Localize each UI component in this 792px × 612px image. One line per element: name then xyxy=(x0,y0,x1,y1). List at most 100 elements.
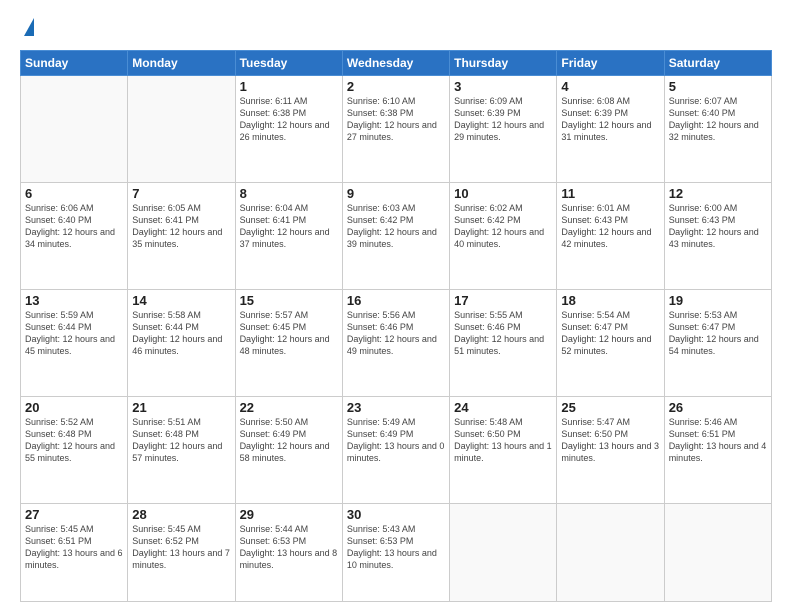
calendar-cell: 21Sunrise: 5:51 AM Sunset: 6:48 PM Dayli… xyxy=(128,396,235,503)
cell-daylight-info: Sunrise: 5:49 AM Sunset: 6:49 PM Dayligh… xyxy=(347,416,445,465)
calendar-cell: 26Sunrise: 5:46 AM Sunset: 6:51 PM Dayli… xyxy=(664,396,771,503)
calendar-header-row: SundayMondayTuesdayWednesdayThursdayFrid… xyxy=(21,51,772,76)
calendar-day-header: Friday xyxy=(557,51,664,76)
calendar-cell: 16Sunrise: 5:56 AM Sunset: 6:46 PM Dayli… xyxy=(342,289,449,396)
cell-day-number: 23 xyxy=(347,400,445,415)
calendar-cell: 2Sunrise: 6:10 AM Sunset: 6:38 PM Daylig… xyxy=(342,76,449,183)
cell-daylight-info: Sunrise: 5:50 AM Sunset: 6:49 PM Dayligh… xyxy=(240,416,338,465)
cell-day-number: 9 xyxy=(347,186,445,201)
cell-day-number: 8 xyxy=(240,186,338,201)
cell-daylight-info: Sunrise: 6:04 AM Sunset: 6:41 PM Dayligh… xyxy=(240,202,338,251)
cell-daylight-info: Sunrise: 5:56 AM Sunset: 6:46 PM Dayligh… xyxy=(347,309,445,358)
calendar-cell xyxy=(450,503,557,601)
cell-day-number: 29 xyxy=(240,507,338,522)
cell-daylight-info: Sunrise: 5:55 AM Sunset: 6:46 PM Dayligh… xyxy=(454,309,552,358)
cell-daylight-info: Sunrise: 6:05 AM Sunset: 6:41 PM Dayligh… xyxy=(132,202,230,251)
calendar-cell: 29Sunrise: 5:44 AM Sunset: 6:53 PM Dayli… xyxy=(235,503,342,601)
calendar-week-row: 13Sunrise: 5:59 AM Sunset: 6:44 PM Dayli… xyxy=(21,289,772,396)
calendar-week-row: 1Sunrise: 6:11 AM Sunset: 6:38 PM Daylig… xyxy=(21,76,772,183)
cell-daylight-info: Sunrise: 5:44 AM Sunset: 6:53 PM Dayligh… xyxy=(240,523,338,572)
cell-day-number: 26 xyxy=(669,400,767,415)
calendar-day-header: Sunday xyxy=(21,51,128,76)
calendar-cell: 22Sunrise: 5:50 AM Sunset: 6:49 PM Dayli… xyxy=(235,396,342,503)
calendar-cell: 15Sunrise: 5:57 AM Sunset: 6:45 PM Dayli… xyxy=(235,289,342,396)
calendar-cell: 5Sunrise: 6:07 AM Sunset: 6:40 PM Daylig… xyxy=(664,76,771,183)
cell-daylight-info: Sunrise: 5:45 AM Sunset: 6:52 PM Dayligh… xyxy=(132,523,230,572)
cell-daylight-info: Sunrise: 6:10 AM Sunset: 6:38 PM Dayligh… xyxy=(347,95,445,144)
calendar-cell: 14Sunrise: 5:58 AM Sunset: 6:44 PM Dayli… xyxy=(128,289,235,396)
cell-daylight-info: Sunrise: 5:53 AM Sunset: 6:47 PM Dayligh… xyxy=(669,309,767,358)
calendar-week-row: 20Sunrise: 5:52 AM Sunset: 6:48 PM Dayli… xyxy=(21,396,772,503)
calendar-cell: 23Sunrise: 5:49 AM Sunset: 6:49 PM Dayli… xyxy=(342,396,449,503)
cell-day-number: 16 xyxy=(347,293,445,308)
cell-daylight-info: Sunrise: 5:43 AM Sunset: 6:53 PM Dayligh… xyxy=(347,523,445,572)
cell-day-number: 27 xyxy=(25,507,123,522)
cell-day-number: 17 xyxy=(454,293,552,308)
cell-day-number: 24 xyxy=(454,400,552,415)
calendar-day-header: Saturday xyxy=(664,51,771,76)
calendar-cell: 10Sunrise: 6:02 AM Sunset: 6:42 PM Dayli… xyxy=(450,182,557,289)
cell-day-number: 6 xyxy=(25,186,123,201)
cell-day-number: 22 xyxy=(240,400,338,415)
cell-daylight-info: Sunrise: 5:45 AM Sunset: 6:51 PM Dayligh… xyxy=(25,523,123,572)
calendar-cell: 9Sunrise: 6:03 AM Sunset: 6:42 PM Daylig… xyxy=(342,182,449,289)
calendar-cell: 13Sunrise: 5:59 AM Sunset: 6:44 PM Dayli… xyxy=(21,289,128,396)
calendar-cell xyxy=(128,76,235,183)
cell-day-number: 12 xyxy=(669,186,767,201)
cell-day-number: 25 xyxy=(561,400,659,415)
calendar-cell: 12Sunrise: 6:00 AM Sunset: 6:43 PM Dayli… xyxy=(664,182,771,289)
cell-day-number: 19 xyxy=(669,293,767,308)
calendar-day-header: Tuesday xyxy=(235,51,342,76)
cell-day-number: 10 xyxy=(454,186,552,201)
cell-day-number: 4 xyxy=(561,79,659,94)
calendar-cell: 3Sunrise: 6:09 AM Sunset: 6:39 PM Daylig… xyxy=(450,76,557,183)
logo-triangle-icon xyxy=(24,18,34,36)
calendar-cell: 27Sunrise: 5:45 AM Sunset: 6:51 PM Dayli… xyxy=(21,503,128,601)
calendar-day-header: Monday xyxy=(128,51,235,76)
page: SundayMondayTuesdayWednesdayThursdayFrid… xyxy=(0,0,792,612)
cell-daylight-info: Sunrise: 6:11 AM Sunset: 6:38 PM Dayligh… xyxy=(240,95,338,144)
header xyxy=(20,18,772,38)
cell-daylight-info: Sunrise: 6:01 AM Sunset: 6:43 PM Dayligh… xyxy=(561,202,659,251)
calendar-cell: 28Sunrise: 5:45 AM Sunset: 6:52 PM Dayli… xyxy=(128,503,235,601)
calendar-cell: 20Sunrise: 5:52 AM Sunset: 6:48 PM Dayli… xyxy=(21,396,128,503)
cell-day-number: 1 xyxy=(240,79,338,94)
cell-day-number: 20 xyxy=(25,400,123,415)
cell-daylight-info: Sunrise: 5:54 AM Sunset: 6:47 PM Dayligh… xyxy=(561,309,659,358)
calendar-table: SundayMondayTuesdayWednesdayThursdayFrid… xyxy=(20,50,772,602)
cell-day-number: 7 xyxy=(132,186,230,201)
calendar-cell: 18Sunrise: 5:54 AM Sunset: 6:47 PM Dayli… xyxy=(557,289,664,396)
calendar-cell xyxy=(664,503,771,601)
cell-day-number: 21 xyxy=(132,400,230,415)
calendar-cell: 1Sunrise: 6:11 AM Sunset: 6:38 PM Daylig… xyxy=(235,76,342,183)
cell-day-number: 15 xyxy=(240,293,338,308)
calendar-day-header: Thursday xyxy=(450,51,557,76)
cell-daylight-info: Sunrise: 5:52 AM Sunset: 6:48 PM Dayligh… xyxy=(25,416,123,465)
cell-day-number: 3 xyxy=(454,79,552,94)
calendar-cell: 11Sunrise: 6:01 AM Sunset: 6:43 PM Dayli… xyxy=(557,182,664,289)
cell-day-number: 5 xyxy=(669,79,767,94)
calendar-cell xyxy=(557,503,664,601)
calendar-week-row: 6Sunrise: 6:06 AM Sunset: 6:40 PM Daylig… xyxy=(21,182,772,289)
cell-daylight-info: Sunrise: 6:09 AM Sunset: 6:39 PM Dayligh… xyxy=(454,95,552,144)
cell-daylight-info: Sunrise: 5:47 AM Sunset: 6:50 PM Dayligh… xyxy=(561,416,659,465)
calendar-cell: 4Sunrise: 6:08 AM Sunset: 6:39 PM Daylig… xyxy=(557,76,664,183)
cell-day-number: 30 xyxy=(347,507,445,522)
cell-daylight-info: Sunrise: 6:00 AM Sunset: 6:43 PM Dayligh… xyxy=(669,202,767,251)
cell-daylight-info: Sunrise: 6:07 AM Sunset: 6:40 PM Dayligh… xyxy=(669,95,767,144)
calendar-cell: 6Sunrise: 6:06 AM Sunset: 6:40 PM Daylig… xyxy=(21,182,128,289)
cell-day-number: 28 xyxy=(132,507,230,522)
calendar-cell: 30Sunrise: 5:43 AM Sunset: 6:53 PM Dayli… xyxy=(342,503,449,601)
calendar-cell: 17Sunrise: 5:55 AM Sunset: 6:46 PM Dayli… xyxy=(450,289,557,396)
cell-daylight-info: Sunrise: 5:46 AM Sunset: 6:51 PM Dayligh… xyxy=(669,416,767,465)
calendar-cell: 25Sunrise: 5:47 AM Sunset: 6:50 PM Dayli… xyxy=(557,396,664,503)
calendar-week-row: 27Sunrise: 5:45 AM Sunset: 6:51 PM Dayli… xyxy=(21,503,772,601)
cell-day-number: 2 xyxy=(347,79,445,94)
calendar-cell: 24Sunrise: 5:48 AM Sunset: 6:50 PM Dayli… xyxy=(450,396,557,503)
calendar-cell: 8Sunrise: 6:04 AM Sunset: 6:41 PM Daylig… xyxy=(235,182,342,289)
logo xyxy=(20,18,34,38)
cell-day-number: 13 xyxy=(25,293,123,308)
cell-daylight-info: Sunrise: 6:03 AM Sunset: 6:42 PM Dayligh… xyxy=(347,202,445,251)
cell-daylight-info: Sunrise: 6:06 AM Sunset: 6:40 PM Dayligh… xyxy=(25,202,123,251)
cell-daylight-info: Sunrise: 6:02 AM Sunset: 6:42 PM Dayligh… xyxy=(454,202,552,251)
